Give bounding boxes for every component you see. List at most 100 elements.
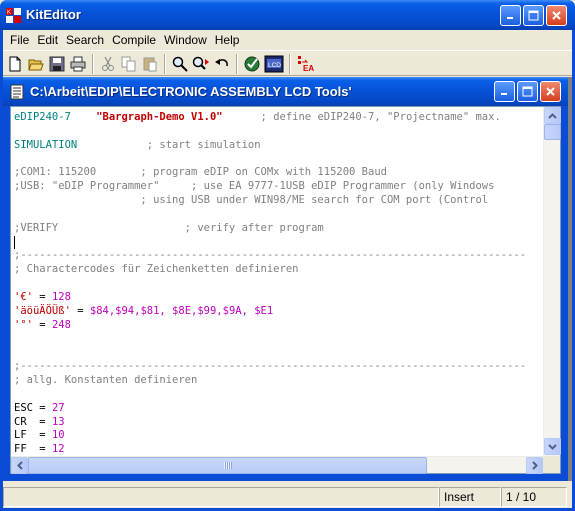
mdi-area: C:\Arbeit\EDIP\ELECTRONIC ASSEMBLY LCD T… (3, 77, 572, 481)
paste-button[interactable] (140, 54, 160, 74)
code-token: '€' (14, 290, 33, 303)
doc-minimize-button[interactable] (494, 81, 515, 102)
status-line-position: 1 / 10 (501, 487, 567, 507)
code-line[interactable]: ;---------------------------------------… (14, 249, 543, 263)
code-line[interactable] (14, 388, 543, 402)
code-line[interactable]: SIMULATION ; start simulation (14, 139, 543, 153)
code-line[interactable]: eDIP240-7 "Bargraph-Demo V1.0" ; define … (14, 111, 543, 125)
code-line[interactable]: ; Charactercodes für Zeichenketten defin… (14, 263, 543, 277)
undo-button[interactable] (212, 54, 232, 74)
code-line[interactable]: ; allg. Konstanten definieren (14, 374, 543, 388)
close-button[interactable] (546, 5, 567, 26)
lcd-button[interactable]: LCD (263, 54, 285, 74)
code-line[interactable] (14, 125, 543, 139)
toolbar-separator (236, 54, 238, 74)
cut-button[interactable] (98, 54, 118, 74)
menu-compile[interactable]: Compile (108, 33, 160, 47)
code-line[interactable]: '€' = 128 (14, 291, 543, 305)
menu-search[interactable]: Search (62, 33, 108, 47)
code-editor[interactable]: eDIP240-7 "Bargraph-Demo V1.0" ; define … (10, 106, 561, 474)
code-line[interactable] (14, 208, 543, 222)
chevron-left-icon (16, 461, 23, 470)
code-token: = (32, 290, 52, 303)
code-line[interactable]: ; using USB under WIN98/ME search for CO… (14, 194, 543, 208)
code-line[interactable]: FF = 12 (14, 443, 543, 456)
new-file-icon (9, 56, 21, 72)
new-file-button[interactable] (5, 54, 25, 74)
replace-button[interactable] (191, 54, 211, 74)
find-button[interactable] (170, 54, 190, 74)
vertical-scrollbar[interactable] (543, 107, 561, 456)
code-line[interactable]: LF = 10 (14, 429, 543, 443)
window-titlebar[interactable]: K KitEditor (0, 0, 575, 30)
code-token: "Bargraph-Demo V1.0" (96, 111, 223, 123)
ea-transfer-button[interactable]: EA (295, 54, 319, 74)
code-token: ;USB: "eDIP Programmer" ; use EA 9777-1U… (14, 180, 495, 193)
code-token: ;COM1: 115200 ; program eDIP on COMx wit… (14, 166, 387, 179)
code-token: ; define eDIP240-7, "Projectname" max. (222, 111, 501, 123)
document-titlebar[interactable]: C:\Arbeit\EDIP\ELECTRONIC ASSEMBLY LCD T… (3, 77, 568, 106)
code-line[interactable]: ;---------------------------------------… (14, 360, 543, 374)
scroll-left-button[interactable] (11, 457, 28, 474)
maximize-icon (522, 86, 533, 97)
open-folder-icon (28, 59, 44, 71)
copy-icon (121, 56, 136, 72)
code-line[interactable] (14, 333, 543, 347)
code-line[interactable] (14, 277, 543, 291)
doc-close-button[interactable] (540, 81, 561, 102)
menu-help[interactable]: Help (211, 33, 244, 47)
code-line[interactable]: ;COM1: 115200 ; program eDIP on COMx wit… (14, 166, 543, 180)
scroll-down-button[interactable] (544, 438, 561, 455)
svg-text:LCD: LCD (268, 62, 281, 69)
close-icon (552, 11, 561, 20)
maximize-button[interactable] (523, 5, 544, 26)
code-line[interactable]: CR = 13 (14, 416, 543, 430)
code-line[interactable]: ESC = 27 (14, 402, 543, 416)
toolbar-separator (289, 54, 291, 74)
code-token: 128 (51, 290, 71, 303)
find-icon (172, 56, 188, 72)
scrollbar-corner (543, 456, 560, 473)
compile-button[interactable] (242, 54, 262, 74)
doc-maximize-button[interactable] (517, 81, 538, 102)
window-title: KitEditor (26, 7, 81, 22)
status-message (3, 487, 439, 507)
code-token: FF (14, 443, 27, 456)
code-line[interactable] (14, 153, 543, 167)
code-line[interactable]: 'äöüÄÖÜß' = $84,$94,$81, $8E,$99,$9A, $E… (14, 305, 543, 319)
open-button[interactable] (26, 54, 46, 74)
minimize-button[interactable] (500, 5, 521, 26)
toolbar-separator (92, 54, 94, 74)
code-line[interactable]: ;USB: "eDIP Programmer" ; use EA 9777-1U… (14, 180, 543, 194)
scroll-right-button[interactable] (526, 457, 543, 474)
code-token: eDIP240-7 (14, 111, 97, 123)
menu-edit[interactable]: Edit (33, 33, 62, 47)
copy-button[interactable] (119, 54, 139, 74)
toolbar-separator (164, 54, 166, 74)
horizontal-scroll-thumb[interactable] (28, 457, 427, 474)
horizontal-scrollbar[interactable] (11, 456, 543, 474)
code-token: ; Charactercodes für Zeichenketten defin… (14, 263, 299, 276)
document-title: C:\Arbeit\EDIP\ELECTRONIC ASSEMBLY LCD T… (30, 84, 352, 99)
code-token: ;VERIFY ; verify after program (14, 221, 324, 234)
print-icon (70, 56, 86, 72)
menu-window[interactable]: Window (160, 33, 211, 47)
document-window: C:\Arbeit\EDIP\ELECTRONIC ASSEMBLY LCD T… (3, 77, 568, 481)
scroll-up-button[interactable] (544, 107, 561, 124)
paste-icon (143, 57, 157, 72)
code-token: 10 (51, 429, 65, 442)
print-button[interactable] (68, 54, 88, 74)
compile-icon (244, 56, 260, 72)
code-line[interactable]: ;VERIFY ; verify after program (14, 222, 543, 236)
undo-icon (215, 59, 228, 67)
code-token: ; start simulation (77, 138, 261, 151)
code-text[interactable]: eDIP240-7 "Bargraph-Demo V1.0" ; define … (11, 107, 543, 456)
code-line[interactable] (14, 346, 543, 360)
menu-file[interactable]: File (6, 33, 33, 47)
status-bar: Insert 1 / 10 (3, 486, 572, 508)
code-line[interactable]: '°' = 248 (14, 319, 543, 333)
save-button[interactable] (47, 54, 67, 74)
svg-text:EA: EA (303, 64, 314, 73)
code-line[interactable] (14, 235, 543, 250)
vertical-scroll-thumb[interactable] (544, 124, 561, 140)
